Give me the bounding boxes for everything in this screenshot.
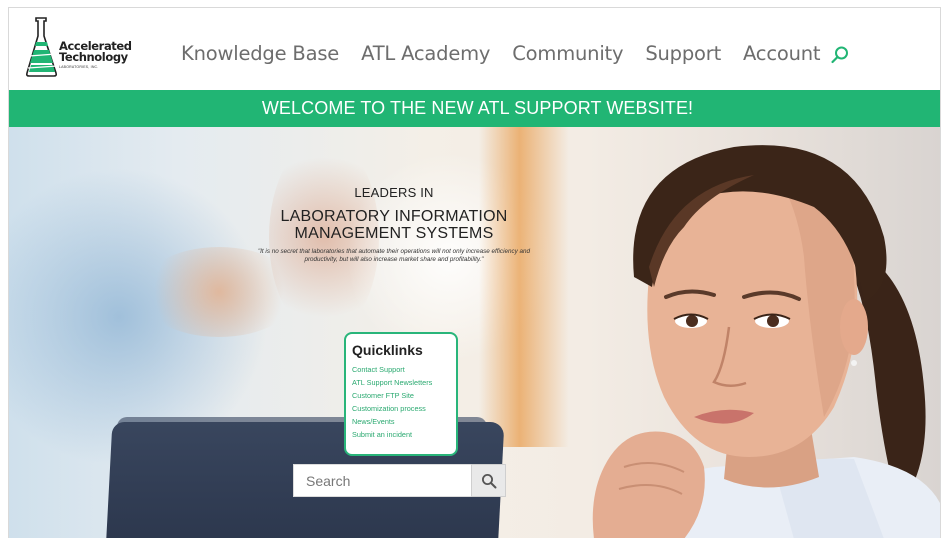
hero-heading-large: LABORATORY INFORMATION MANAGEMENT SYSTEM… [249, 208, 539, 242]
hero-heading-small: LEADERS IN [354, 185, 434, 200]
page-frame: Accelerated Technology LABORATORIES, INC… [8, 7, 941, 538]
woman-photo [592, 145, 940, 538]
search-icon[interactable] [830, 45, 850, 65]
welcome-banner: WELCOME TO THE NEW ATL SUPPORT WEBSITE! [9, 90, 940, 127]
nav-support[interactable]: Support [645, 42, 721, 65]
quicklink-contact-support[interactable]: Contact Support [352, 363, 456, 376]
logo-line-2: Technology [59, 50, 128, 64]
site-header: Accelerated Technology LABORATORIES, INC… [9, 8, 940, 90]
nav-community[interactable]: Community [512, 42, 623, 65]
nav-atl-academy[interactable]: ATL Academy [361, 42, 490, 65]
quicklink-newsletters[interactable]: ATL Support Newsletters [352, 376, 456, 389]
quicklink-ftp-site[interactable]: Customer FTP Site [352, 389, 456, 402]
magnifier-icon [481, 473, 496, 488]
nav-account[interactable]: Account [743, 42, 821, 65]
search-button[interactable] [471, 464, 506, 497]
quicklink-submit-incident[interactable]: Submit an incident [352, 428, 456, 441]
hero-section: LEADERS IN LABORATORY INFORMATION MANAGE… [9, 127, 940, 538]
logo-subtitle: LABORATORIES, INC. [59, 65, 99, 69]
flask-logo-icon [25, 17, 58, 77]
hero-search [293, 464, 506, 497]
banner-text: WELCOME TO THE NEW ATL SUPPORT WEBSITE! [261, 98, 694, 118]
search-input[interactable] [293, 464, 471, 497]
logo-wordmark: Accelerated Technology [59, 40, 132, 64]
nav-knowledge-base[interactable]: Knowledge Base [181, 42, 339, 65]
quicklink-news-events[interactable]: News/Events [352, 415, 456, 428]
quicklinks-panel: Quicklinks Contact Support ATL Support N… [344, 332, 458, 456]
hero-heading-line-1: LABORATORY INFORMATION [280, 208, 508, 225]
company-logo[interactable]: Accelerated Technology LABORATORIES, INC… [25, 16, 132, 77]
hero-quote: "It is no secret that laboratories that … [257, 248, 531, 263]
hero-heading-line-2: MANAGEMENT SYSTEMS [294, 225, 494, 242]
hero-tagline: LEADERS IN LABORATORY INFORMATION MANAGE… [249, 185, 539, 263]
quicklinks-title: Quicklinks [352, 342, 423, 358]
main-nav: Knowledge Base ATL Academy Community Sup… [181, 42, 850, 65]
quicklink-customization[interactable]: Customization process [352, 402, 456, 415]
